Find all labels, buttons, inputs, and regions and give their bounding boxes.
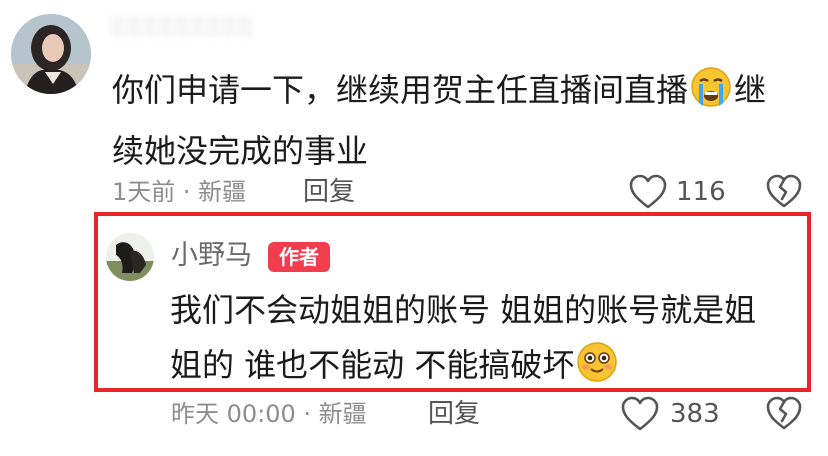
reply-button[interactable]: 回复 bbox=[303, 172, 355, 212]
comment-meta: 昨天 00:00 · 新疆 bbox=[171, 400, 367, 428]
broken-heart-icon bbox=[766, 396, 802, 430]
like-button[interactable]: 383 bbox=[620, 392, 720, 436]
like-count: 116 bbox=[676, 177, 726, 207]
author-avatar-photo bbox=[106, 233, 154, 281]
comment-line: 继 bbox=[734, 71, 767, 109]
comment-line: 我们不会动姐姐的账号 姐姐的账号就是姐 bbox=[170, 291, 757, 329]
like-button[interactable]: 116 bbox=[628, 170, 726, 214]
crying-face-icon bbox=[690, 66, 732, 108]
comment-text: 你们申请一下，继续用贺主任直播间直播 继 续她没完成的事业 bbox=[112, 60, 812, 182]
smiling-face-icon bbox=[576, 341, 618, 383]
author-avatar[interactable] bbox=[106, 233, 154, 281]
heart-icon bbox=[629, 174, 667, 209]
comment-line: 姐的 谁也不能动 不能搞破坏 bbox=[170, 346, 575, 384]
author-badge: 作者 bbox=[268, 242, 330, 272]
comment-meta: 1天前 · 新疆 bbox=[112, 178, 247, 206]
comment-line: 你们申请一下，继续用贺主任直播间直播 bbox=[112, 71, 689, 109]
avatar[interactable] bbox=[11, 14, 91, 94]
dislike-button[interactable] bbox=[765, 172, 803, 212]
reply-button[interactable]: 回复 bbox=[428, 394, 480, 434]
author-username[interactable]: 小野马 bbox=[171, 236, 252, 276]
comment-line: 续她没完成的事业 bbox=[112, 132, 369, 170]
heart-icon bbox=[621, 396, 659, 431]
reply-text: 我们不会动姐姐的账号 姐姐的账号就是姐 姐的 谁也不能动 不能搞破坏 bbox=[170, 283, 790, 393]
like-count: 383 bbox=[670, 399, 720, 429]
dislike-button[interactable] bbox=[765, 394, 803, 434]
broken-heart-icon bbox=[766, 174, 802, 208]
username[interactable]: ░░░░░░░░░ bbox=[112, 17, 312, 39]
user-avatar-photo bbox=[11, 14, 91, 94]
